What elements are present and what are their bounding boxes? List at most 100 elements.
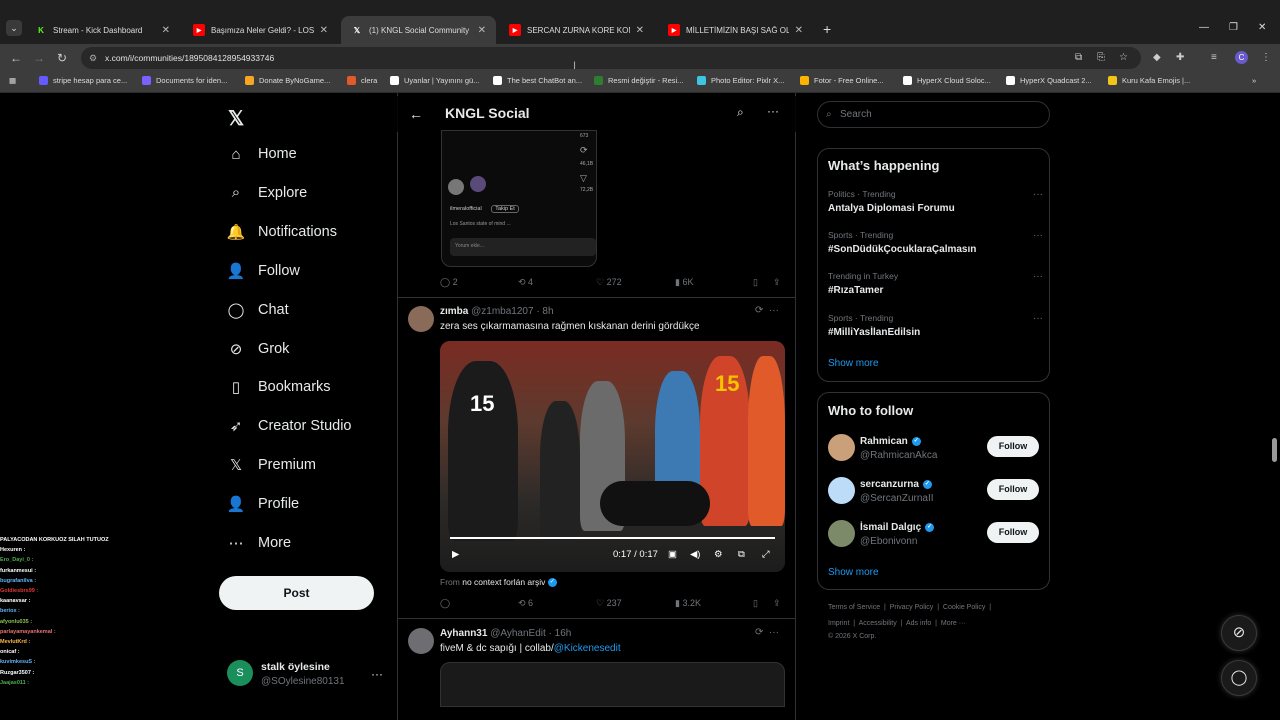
account-more-icon[interactable]: ···: [371, 667, 383, 681]
nav-item-profile[interactable]: 👤 Profile: [226, 494, 299, 514]
close-window-icon[interactable]: ✕: [1258, 22, 1266, 33]
reply-button[interactable]: ◯: [440, 598, 450, 609]
settings-icon[interactable]: ⚙: [714, 549, 723, 560]
follow-suggestion[interactable]: sercanzurna ✓ @SercanZurnaII Follow: [828, 477, 1040, 509]
quoted-screenshot[interactable]: 673 ⟳ 46,1B ▽ 72,2B ilmeralofficial Taki…: [441, 130, 597, 267]
video-source[interactable]: From no context forlán arşiv ✓: [440, 577, 557, 588]
like-button[interactable]: ♡ 237: [596, 598, 622, 609]
install-app-icon[interactable]: ⎘: [1097, 52, 1105, 63]
nav-item-notifications[interactable]: 🔔 Notifications: [226, 222, 337, 242]
bookmark-icon[interactable]: ▯: [753, 598, 758, 609]
bookmark-icon[interactable]: ▯: [753, 277, 758, 288]
search-input[interactable]: ⌕ Search: [817, 101, 1050, 128]
close-tab-icon[interactable]: ✕: [320, 25, 328, 36]
more-options-icon[interactable]: ···: [767, 104, 779, 118]
nav-item-bookmarks[interactable]: ▯ Bookmarks: [226, 377, 331, 397]
translate-icon[interactable]: ⧉: [1075, 52, 1082, 63]
nav-item-home[interactable]: ⌂ Home: [226, 144, 296, 164]
tab-search-icon[interactable]: ⌄: [6, 20, 22, 36]
trend-item[interactable]: Trending in Turkey #RızaTamer ···: [828, 271, 1043, 296]
trend-more-icon[interactable]: ···: [1033, 230, 1043, 241]
volume-icon[interactable]: ◀): [690, 549, 700, 560]
nav-item-premium[interactable]: 𝕏 Premium: [226, 455, 316, 475]
trend-item[interactable]: Politics · Trending Antalya Diplomasi For…: [828, 189, 1043, 214]
footer-link[interactable]: More ···: [941, 620, 966, 627]
nav-item-creator-studio[interactable]: ➶ Creator Studio: [226, 416, 352, 436]
follow-suggestion[interactable]: Rahmican ✓ @RahmicanAkca Follow: [828, 434, 1040, 466]
nav-item-more[interactable]: ⋯ More: [226, 533, 292, 553]
reply-button[interactable]: ◯ 2: [440, 277, 458, 288]
bookmark-item[interactable]: Resmi değiştir - Resi...: [594, 76, 683, 85]
follow-button[interactable]: Follow: [987, 479, 1039, 500]
site-info-icon[interactable]: ⚙: [89, 47, 97, 69]
browser-tab[interactable]: ▶ MİLLETİMİZİN BAŞI SAĞ OLSUN ✕: [658, 16, 813, 44]
bookmark-item[interactable]: clera: [347, 76, 377, 85]
avatar[interactable]: [408, 306, 434, 332]
like-button[interactable]: ♡ 272: [596, 277, 622, 288]
close-tab-icon[interactable]: ✕: [478, 25, 486, 36]
tweet-menu[interactable]: ⟳ ···: [755, 305, 779, 316]
tweet-author[interactable]: zımba @z1mba1207 · 8h: [440, 306, 554, 317]
show-more-trends-link[interactable]: Show more: [828, 358, 879, 369]
messages-fab-icon[interactable]: ◯: [1221, 660, 1257, 696]
restore-icon[interactable]: ❐: [1229, 22, 1238, 33]
browser-tab[interactable]: 𝕏 (1) KNGL Social Community ✕: [341, 16, 496, 44]
play-icon[interactable]: ▶: [452, 549, 459, 560]
close-tab-icon[interactable]: ✕: [162, 25, 170, 36]
bookmark-item[interactable]: Fotor - Free Online...: [800, 76, 884, 85]
repost-button[interactable]: ⟲ 4: [518, 277, 533, 288]
star-icon[interactable]: ☆: [1119, 52, 1128, 63]
puzzle-icon[interactable]: ✚: [1176, 52, 1184, 63]
nav-item-grok[interactable]: ⊘ Grok: [226, 339, 290, 359]
more-bookmarks-icon[interactable]: »: [1252, 76, 1256, 85]
bookmark-item[interactable]: HyperX Cloud Soloc...: [903, 76, 991, 85]
close-tab-icon[interactable]: ✕: [795, 25, 803, 36]
follow-button[interactable]: Follow: [987, 522, 1039, 543]
footer-link[interactable]: Ads info: [906, 620, 931, 627]
tweet-media[interactable]: [440, 662, 785, 707]
address-bar[interactable]: ⚙ x.com/i/communities/189508412895493374…: [81, 47, 1141, 69]
bookmark-item[interactable]: Documents for iden...: [142, 76, 227, 85]
forward-icon[interactable]: →: [33, 51, 45, 65]
browser-menu-icon[interactable]: ⋮: [1261, 52, 1271, 63]
nav-item-explore[interactable]: ⌕ Explore: [226, 183, 307, 203]
back-arrow-icon[interactable]: ←: [409, 106, 423, 122]
trend-more-icon[interactable]: ···: [1033, 313, 1043, 324]
back-icon[interactable]: ←: [10, 51, 22, 65]
pip-icon[interactable]: ⧉: [738, 549, 745, 560]
tweet-menu[interactable]: ⟳ ···: [755, 627, 779, 638]
bookmark-item[interactable]: The best ChatBot an...: [493, 76, 582, 85]
footer-link[interactable]: Privacy Policy: [890, 604, 934, 611]
bookmark-item[interactable]: Kuru Kafa Emojis |...: [1108, 76, 1190, 85]
apps-grid-icon[interactable]: ▦: [9, 76, 16, 85]
browser-tab[interactable]: ▶ Başımıza Neler Geldi? - LOS AN ✕: [183, 16, 338, 44]
bookmark-item[interactable]: HyperX Quadcast 2...: [1006, 76, 1092, 85]
share-icon[interactable]: ⇪: [773, 598, 781, 609]
share-icon[interactable]: ⇪: [773, 277, 781, 288]
reload-icon[interactable]: ↻: [57, 51, 67, 65]
avatar[interactable]: [408, 628, 434, 654]
browser-profile-avatar[interactable]: C: [1235, 51, 1248, 64]
search-icon[interactable]: ⌕: [737, 105, 744, 120]
footer-link[interactable]: Cookie Policy: [943, 604, 985, 611]
fullscreen-icon[interactable]: ⤢: [762, 549, 770, 560]
show-more-follow-link[interactable]: Show more: [828, 567, 879, 578]
browser-tab[interactable]: ▶ SERCAN ZURNA KORE KOMİK A ✕: [499, 16, 654, 44]
extension-icon[interactable]: ◆: [1153, 52, 1161, 63]
video-player[interactable]: 15 15 ▶ 0:17 / 0:17 ▣ ◀) ⚙ ⧉ ⤢: [440, 341, 785, 572]
media-control-icon[interactable]: ≡: [1211, 52, 1217, 63]
follow-suggestion[interactable]: İsmail Dalgıç ✓ @Ebonivonn Follow: [828, 520, 1040, 552]
nav-item-follow[interactable]: 👤 Follow: [226, 261, 300, 281]
grok-fab-icon[interactable]: ⊘: [1221, 615, 1257, 651]
repost-button[interactable]: ⟲ 6: [518, 598, 533, 609]
x-logo-icon[interactable]: 𝕏: [228, 106, 244, 131]
follow-button[interactable]: Follow: [987, 436, 1039, 457]
close-tab-icon[interactable]: ✕: [636, 25, 644, 36]
video-progress-bar[interactable]: [450, 537, 775, 539]
nav-item-chat[interactable]: ◯ Chat: [226, 300, 289, 320]
views-button[interactable]: ▮ 3.2K: [675, 598, 701, 609]
trend-item[interactable]: Sports · Trending #MilliYasİlanEdilsin ···: [828, 313, 1043, 338]
captions-icon[interactable]: ▣: [668, 549, 677, 560]
bookmark-item[interactable]: Uyanlar | Yayınını gü...: [390, 76, 479, 85]
tweet-author[interactable]: Ayhann31 @AyhanEdit · 16h: [440, 628, 571, 639]
